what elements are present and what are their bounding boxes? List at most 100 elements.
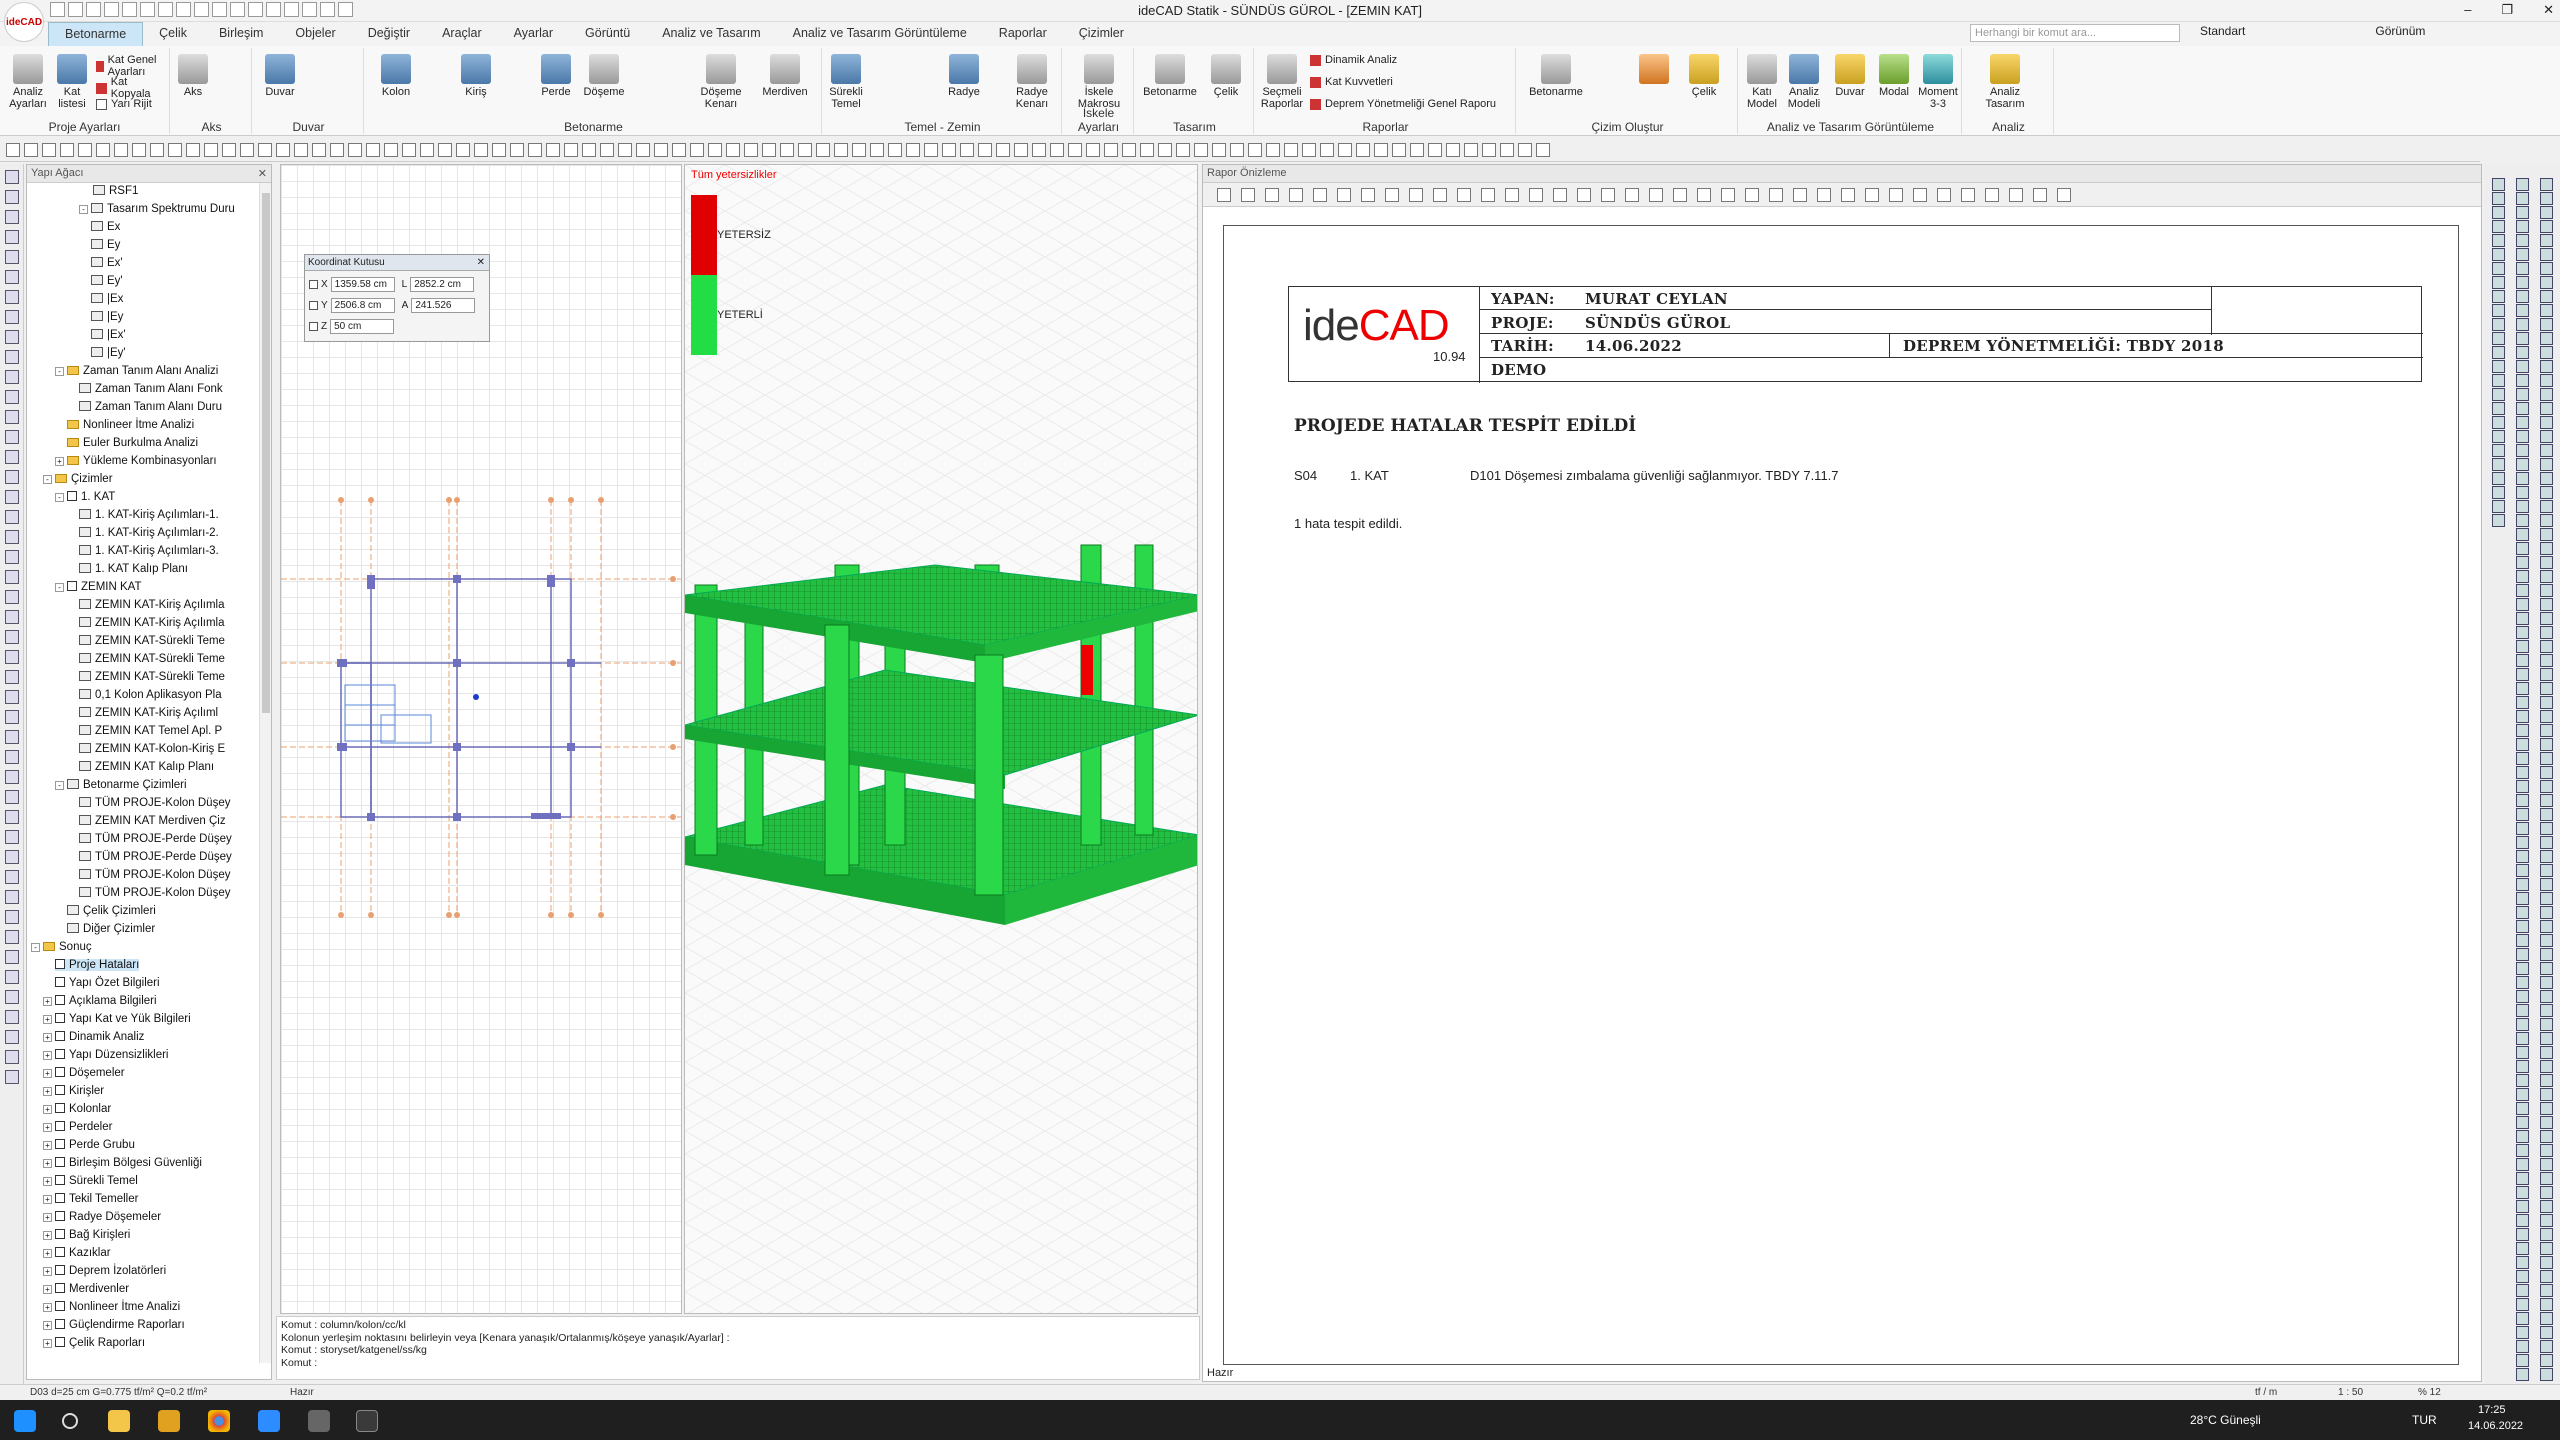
expand-toggle-icon[interactable]: +: [43, 1069, 52, 1078]
tool-icon[interactable]: [2540, 332, 2553, 345]
tool-icon[interactable]: [2540, 248, 2553, 261]
tool-icon[interactable]: [690, 143, 704, 157]
kiris-button[interactable]: Kiriş: [456, 54, 496, 98]
tool-icon[interactable]: [2540, 654, 2553, 667]
tool-icon[interactable]: [2540, 1060, 2553, 1073]
expand-toggle-icon[interactable]: +: [43, 1321, 52, 1330]
tab-3[interactable]: Objeler: [279, 22, 351, 46]
tool-icon[interactable]: [2540, 920, 2553, 933]
tool-icon[interactable]: [708, 143, 722, 157]
expand-toggle-icon[interactable]: -: [55, 781, 64, 790]
x-field[interactable]: 1359.58 cm: [330, 277, 395, 292]
deprem-raporu-button[interactable]: Deprem Yönetmeliği Genel Raporu: [1310, 98, 1496, 110]
tool-icon[interactable]: [2516, 458, 2529, 471]
tool-icon[interactable]: [5, 250, 19, 264]
tool-icon[interactable]: [2516, 696, 2529, 709]
tab-10[interactable]: Raporlar: [983, 22, 1063, 46]
tool-icon[interactable]: [2516, 1116, 2529, 1129]
tool-icon[interactable]: [2540, 1116, 2553, 1129]
tool-icon[interactable]: [2492, 318, 2505, 331]
tree-item[interactable]: - 1. KAT: [55, 491, 115, 503]
tool-icon[interactable]: [2540, 1158, 2553, 1171]
tool-icon[interactable]: [2540, 794, 2553, 807]
tool-icon[interactable]: [222, 143, 236, 157]
tool-icon[interactable]: [2492, 304, 2505, 317]
tool-icon[interactable]: [114, 143, 128, 157]
tool-icon[interactable]: [2516, 318, 2529, 331]
tool-icon[interactable]: [1721, 188, 1735, 202]
expand-toggle-icon[interactable]: -: [79, 205, 88, 214]
tool-icon[interactable]: [2540, 780, 2553, 793]
tree-item[interactable]: ZEMIN KAT-Kolon-Kiriş E: [79, 743, 225, 755]
radye-button[interactable]: Radye: [944, 54, 984, 98]
tool-icon[interactable]: [2516, 220, 2529, 233]
tool-icon[interactable]: [1673, 188, 1687, 202]
tool-icon[interactable]: [1500, 143, 1514, 157]
tree-item[interactable]: |Ex': [91, 329, 126, 341]
tool-icon[interactable]: [2492, 206, 2505, 219]
tool-icon[interactable]: [1841, 188, 1855, 202]
radye-kenari-button[interactable]: Radye Kenarı: [1010, 54, 1054, 110]
tree-item[interactable]: + Döşemeler: [43, 1067, 125, 1079]
tool-icon[interactable]: [1697, 188, 1711, 202]
tool-icon[interactable]: [2516, 234, 2529, 247]
tool-icon[interactable]: [2540, 668, 2553, 681]
tool-icon[interactable]: [2516, 1368, 2529, 1381]
tool-icon[interactable]: [5, 570, 19, 584]
tool-icon[interactable]: [5, 850, 19, 864]
yari-rijit-checkbox[interactable]: Yarı Rijit: [96, 98, 152, 110]
tool-icon[interactable]: [1289, 188, 1303, 202]
tool-icon[interactable]: [2540, 892, 2553, 905]
tool-icon[interactable]: [546, 143, 560, 157]
analiz-tasarim-button[interactable]: Analiz Tasarım: [1980, 54, 2030, 110]
tool-icon[interactable]: [2540, 374, 2553, 387]
modal-button[interactable]: Modal: [1876, 54, 1912, 98]
tool-icon[interactable]: [2516, 920, 2529, 933]
tree-item[interactable]: 0,1 Kolon Aplikasyon Pla: [79, 689, 222, 701]
tool-icon[interactable]: [2516, 864, 2529, 877]
tab-11[interactable]: Çizimler: [1063, 22, 1140, 46]
tool-icon[interactable]: [5, 790, 19, 804]
tree-item[interactable]: Ey: [91, 239, 120, 251]
tool-icon[interactable]: [2516, 444, 2529, 457]
tool-icon[interactable]: [2540, 1032, 2553, 1045]
tool-icon[interactable]: [2540, 864, 2553, 877]
status-scale[interactable]: 1 : 50: [2338, 1387, 2363, 1398]
goruntu-duvar-button[interactable]: Duvar: [1832, 54, 1868, 98]
tree-item[interactable]: + Perdeler: [43, 1121, 112, 1133]
tool-icon[interactable]: [924, 143, 938, 157]
tool-icon[interactable]: [1481, 188, 1495, 202]
tree-item[interactable]: + Bağ Kirişleri: [43, 1229, 130, 1241]
tree-item[interactable]: |Ex: [91, 293, 123, 305]
tool-icon[interactable]: [2492, 416, 2505, 429]
tree-item[interactable]: + Kolonlar: [43, 1103, 111, 1115]
tool-icon[interactable]: [2516, 528, 2529, 541]
tool-icon[interactable]: [726, 143, 740, 157]
y-checkbox[interactable]: [309, 301, 318, 310]
tree-item[interactable]: TÜM PROJE-Kolon Düşey: [79, 797, 230, 809]
tree-item[interactable]: + Dinamik Analiz: [43, 1031, 144, 1043]
chrome-icon[interactable]: [208, 1410, 230, 1432]
tool-icon[interactable]: [1889, 188, 1903, 202]
tool-icon[interactable]: [2540, 976, 2553, 989]
tool-icon[interactable]: [5, 770, 19, 784]
tool-icon[interactable]: [2540, 1144, 2553, 1157]
tree-item[interactable]: Ex: [91, 221, 120, 233]
tool-icon[interactable]: [2516, 332, 2529, 345]
tool-icon[interactable]: [330, 143, 344, 157]
y-field[interactable]: 2506.8 cm: [330, 298, 395, 313]
tool-icon[interactable]: [2516, 934, 2529, 947]
tool-icon[interactable]: [2540, 304, 2553, 317]
expand-toggle-icon[interactable]: -: [31, 943, 40, 952]
close-icon[interactable]: ✕: [258, 167, 267, 180]
3d-view[interactable]: Tüm yetersizlikler YETERSİZ YETERLİ: [684, 164, 1198, 1314]
tool-icon[interactable]: [348, 143, 362, 157]
tool-icon[interactable]: [2516, 1326, 2529, 1339]
perde-button[interactable]: Perde: [536, 54, 576, 98]
expand-toggle-icon[interactable]: +: [55, 457, 64, 466]
tree-item[interactable]: Zaman Tanım Alanı Duru: [79, 401, 222, 413]
tool-icon[interactable]: [2540, 1046, 2553, 1059]
tool-icon[interactable]: [2540, 584, 2553, 597]
tool-icon[interactable]: [2492, 262, 2505, 275]
tool-icon[interactable]: [2516, 1046, 2529, 1059]
